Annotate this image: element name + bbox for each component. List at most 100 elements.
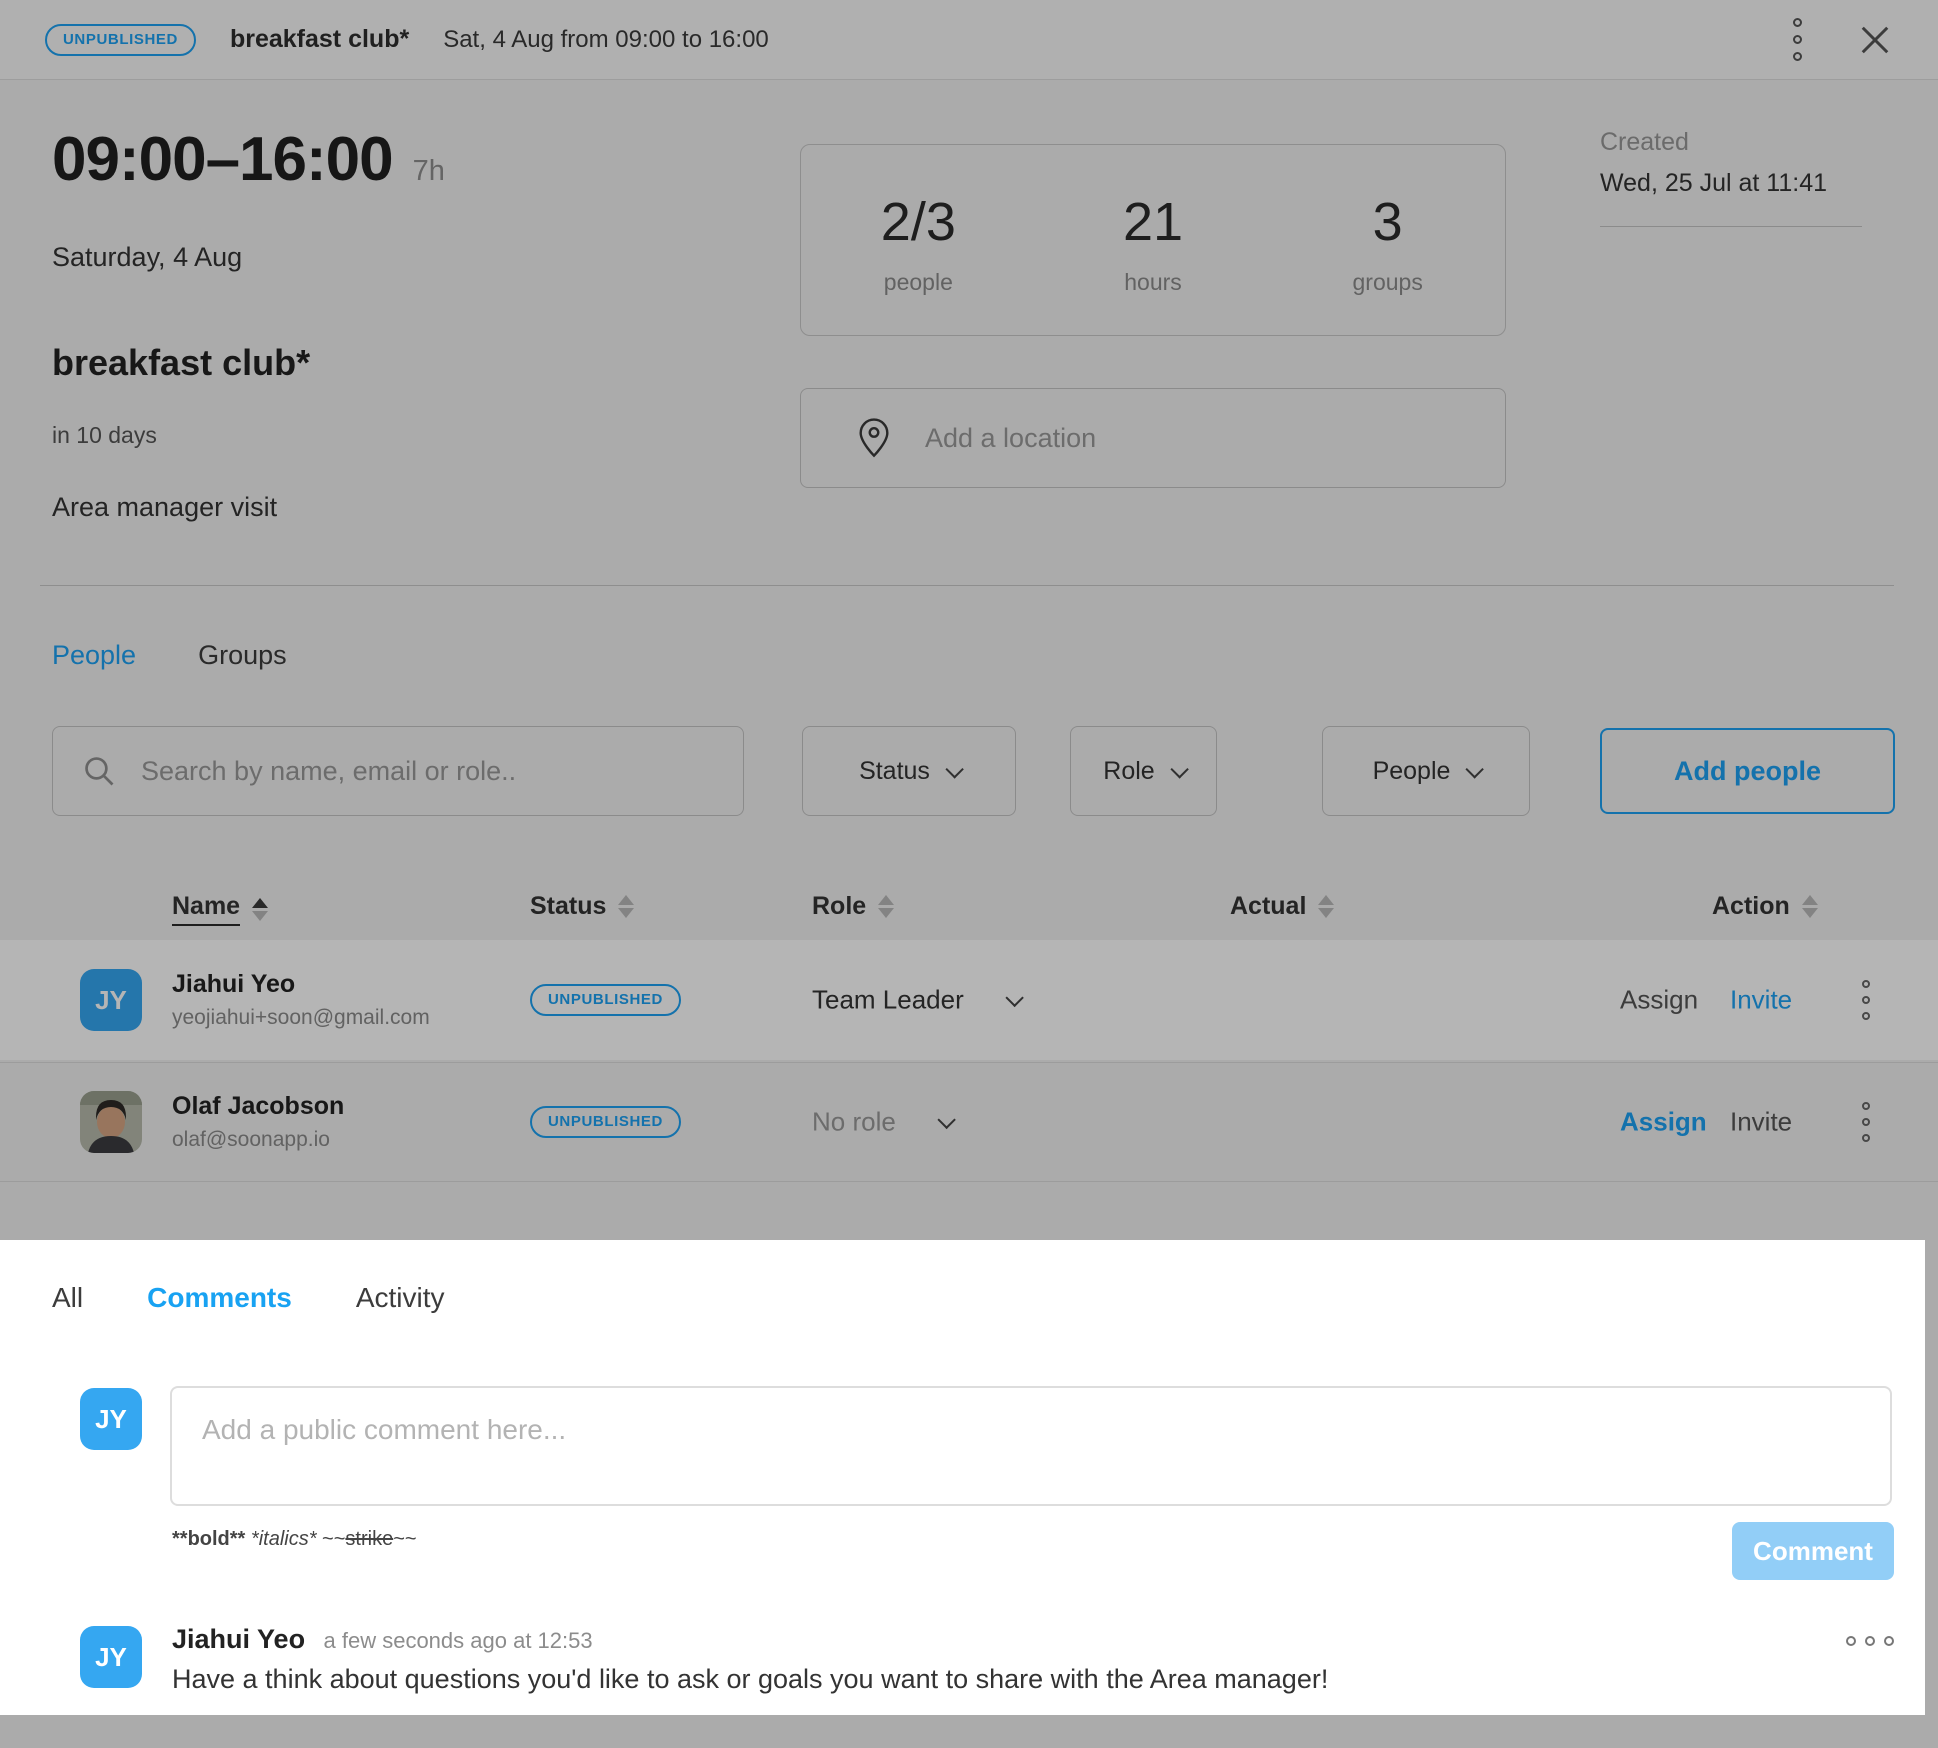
tab-comments[interactable]: Comments [147,1282,292,1314]
event-datetime-header: Sat, 4 Aug from 09:00 to 16:00 [443,26,769,54]
column-header-status[interactable]: Status [530,892,634,921]
comment-more-options-icon[interactable] [1846,1636,1894,1646]
column-header-role[interactable]: Role [812,892,894,921]
chevron-down-icon [937,1111,955,1129]
location-pin-icon [857,417,891,459]
people-search-input[interactable] [141,756,743,787]
event-description: Area manager visit [52,492,277,523]
filter-status-label: Status [859,757,930,786]
column-header-actual[interactable]: Actual [1230,892,1334,921]
invite-link[interactable]: Invite [1730,1107,1792,1138]
status-badge: UNPUBLISHED [530,984,681,1016]
row-more-options-icon[interactable] [1862,980,1870,1020]
section-divider [40,585,1894,586]
stat-groups-label: groups [1353,269,1423,296]
table-row[interactable]: JY Jiahui Yeo yeojiahui+soon@gmail.com U… [0,940,1938,1060]
comment-item: Jiahui Yeo a few seconds ago at 12:53 Ha… [172,1624,1732,1695]
column-header-action[interactable]: Action [1712,892,1818,921]
stat-people-label: people [884,269,953,296]
column-role-label: Role [812,892,866,921]
event-name: breakfast club* [52,342,310,384]
sort-arrows-icon [618,895,634,918]
column-name-label: Name [172,892,240,926]
column-status-label: Status [530,892,606,921]
person-name: Olaf Jacobson [172,1092,344,1121]
role-dropdown[interactable]: No role [812,1107,951,1138]
hint-italics: *italics* [251,1528,317,1550]
role-dropdown[interactable]: Team Leader [812,985,1019,1016]
stat-people: 2/3 people [801,145,1036,335]
dim-overlay [0,1715,1925,1748]
status-badge: UNPUBLISHED [45,24,196,56]
comment-text: Have a think about questions you'd like … [172,1664,1732,1695]
chevron-down-icon [945,760,963,778]
search-icon [81,753,117,789]
created-value: Wed, 25 Jul at 11:41 [1600,169,1862,198]
comment-submit-button[interactable]: Comment [1732,1522,1894,1580]
stat-hours-value: 21 [1123,191,1183,253]
filter-people-dropdown[interactable]: People [1322,726,1530,816]
chevron-down-icon [1466,760,1484,778]
filter-role-dropdown[interactable]: Role [1070,726,1217,816]
person-name: Jiahui Yeo [172,970,430,999]
invite-link[interactable]: Invite [1730,985,1792,1016]
sort-arrows-icon [1318,895,1334,918]
column-actual-label: Actual [1230,892,1306,921]
sort-arrows-icon [252,898,268,921]
more-options-icon[interactable] [1793,18,1802,61]
created-divider [1600,226,1862,227]
avatar: JY [80,969,142,1031]
comment-input[interactable] [170,1386,1892,1506]
filter-people-label: People [1373,757,1451,786]
role-value: Team Leader [812,985,964,1016]
duration: 7h [413,155,445,188]
table-row[interactable]: Olaf Jacobson olaf@soonapp.io UNPUBLISHE… [0,1062,1938,1182]
hint-strike: strike [345,1528,393,1550]
location-field[interactable] [800,388,1506,488]
hint-bold: **bold** [172,1528,245,1550]
tab-people[interactable]: People [52,640,136,671]
column-action-label: Action [1712,892,1790,921]
markdown-hints: **bold** *italics* ~~strike~~ [172,1528,417,1551]
hint-strike-close: ~~ [393,1528,416,1550]
avatar: JY [80,1626,142,1688]
comment-author: Jiahui Yeo [172,1624,305,1654]
event-detail-section: 09:00–16:00 7h Saturday, 4 Aug breakfast… [0,80,1938,592]
people-section: People Groups Status Role People Add peo… [0,592,1938,1240]
modal-header: UNPUBLISHED breakfast club* Sat, 4 Aug f… [0,0,1938,80]
person-email: olaf@soonapp.io [172,1128,344,1152]
created-label: Created [1600,128,1862,157]
status-badge: UNPUBLISHED [530,1106,681,1138]
filter-role-label: Role [1103,757,1154,786]
chevron-down-icon [1005,989,1023,1007]
assign-link[interactable]: Assign [1620,985,1698,1016]
add-people-button[interactable]: Add people [1600,728,1895,814]
tab-activity[interactable]: Activity [356,1282,445,1314]
avatar-photo [80,1091,142,1153]
tab-groups[interactable]: Groups [198,640,287,671]
avatar: JY [80,1388,142,1450]
stat-hours-label: hours [1124,269,1182,296]
chevron-down-icon [1170,760,1188,778]
stats-card: 2/3 people 21 hours 3 groups [800,144,1506,336]
time-range: 09:00–16:00 [52,124,393,195]
people-search-field[interactable] [52,726,744,816]
assign-link[interactable]: Assign [1620,1107,1707,1138]
people-table-header: Name Status Role Actual Action [0,892,1938,936]
stat-hours: 21 hours [1036,145,1271,335]
stat-groups: 3 groups [1270,145,1505,335]
sort-arrows-icon [1802,895,1818,918]
event-day: Saturday, 4 Aug [52,242,242,273]
row-more-options-icon[interactable] [1862,1102,1870,1142]
event-countdown: in 10 days [52,422,157,449]
location-input[interactable] [925,423,1505,454]
tab-all[interactable]: All [52,1282,83,1314]
dim-overlay [1925,1240,1938,1748]
close-icon[interactable] [1854,19,1896,61]
column-header-name[interactable]: Name [172,892,268,926]
stat-people-value: 2/3 [881,191,956,253]
person-email: yeojiahui+soon@gmail.com [172,1006,430,1030]
stat-groups-value: 3 [1373,191,1403,253]
filter-status-dropdown[interactable]: Status [802,726,1016,816]
sort-arrows-icon [878,895,894,918]
